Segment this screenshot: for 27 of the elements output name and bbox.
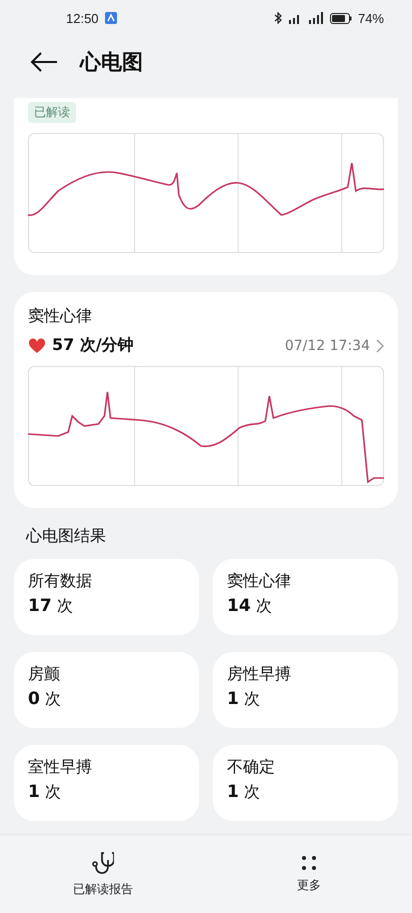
record-title: 窦性心律	[28, 306, 93, 327]
heart-icon	[28, 338, 46, 354]
signal-icon	[288, 12, 302, 24]
status-time: 12:50	[66, 10, 99, 26]
result-tile[interactable]: 房性早搏 1 次	[213, 652, 398, 728]
heart-rate: 57 次/分钟	[52, 335, 134, 356]
signal-icon	[308, 12, 324, 24]
result-tile[interactable]: 不确定 1 次	[213, 745, 398, 821]
result-tile[interactable]: 室性早搏 1 次	[14, 745, 199, 821]
chevron-right-icon	[376, 338, 384, 352]
nav-item[interactable]: 已解读报告	[0, 835, 206, 913]
nav-item[interactable]: 更多	[206, 835, 412, 913]
bluetooth-icon	[274, 12, 282, 24]
section-title: 心电图结果	[26, 526, 107, 547]
app-notification-icon	[104, 12, 117, 24]
result-tile[interactable]: 窦性心律 14 次	[213, 559, 398, 635]
result-tile[interactable]: 房颤 0 次	[14, 652, 199, 728]
back-button[interactable]	[30, 52, 58, 72]
stethoscope-icon	[92, 850, 114, 874]
back-arrow-icon	[30, 52, 58, 72]
battery-level: 74%	[358, 10, 384, 26]
status-badge: 已解读	[28, 102, 76, 123]
record-timestamp-link[interactable]: 07/12 17:34	[284, 338, 384, 354]
result-tile[interactable]: 所有数据 17 次	[14, 559, 199, 635]
more-icon	[301, 854, 317, 870]
battery-icon	[330, 12, 352, 24]
page-title: 心电图	[80, 49, 143, 76]
